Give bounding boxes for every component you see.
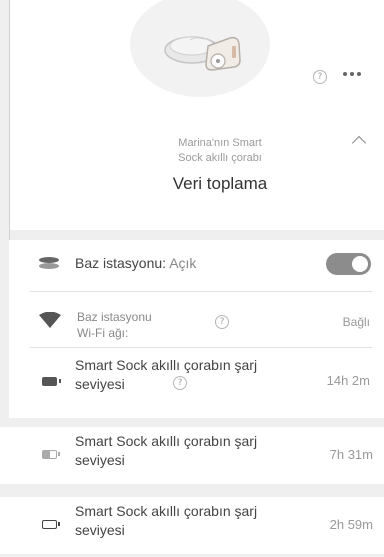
subtitle-line2: Sock akıllı çorabı: [178, 152, 262, 164]
charge-label-2: Smart Sock akıllı çorabın şarj seviyesi: [75, 432, 257, 470]
charge-value-2: 7h 31m: [329, 447, 373, 462]
charge-label-1: Smart Sock akıllı çorabın şarj seviyesi: [75, 356, 257, 394]
battery-full-icon: [42, 377, 61, 386]
base-station-label: Baz istasyonu:: [75, 255, 167, 271]
divider: [30, 347, 372, 348]
wifi-label-line1: Baz istasyonu: [77, 310, 152, 324]
charge-label-2-line1: Smart Sock akıllı çorabın şarj: [75, 433, 258, 449]
device-owner-subtitle: Marina'nın Smart Sock akıllı çorabı: [160, 136, 280, 166]
charge-label-1-line1: Smart Sock akıllı çorabın şarj: [75, 357, 258, 373]
charge-label-2-line2: seviyesi: [75, 452, 125, 468]
charge-label-3: Smart Sock akıllı çorabın şarj seviyesi: [75, 502, 257, 540]
charge-help-icon[interactable]: ?: [173, 376, 187, 390]
battery-half-icon: [42, 450, 60, 459]
divider: [30, 291, 372, 292]
charge-label-3-line2: seviyesi: [75, 522, 125, 538]
app-screen: ? Marina'nın Smart Sock akıllı çorabı Ve…: [0, 0, 384, 557]
wifi-help-icon[interactable]: ?: [215, 315, 229, 329]
base-station-icon: [39, 257, 59, 269]
wifi-icon: [39, 312, 61, 328]
wifi-status-value: Bağlı: [342, 315, 370, 329]
base-station-row: Baz istasyonu: Açık: [75, 254, 196, 273]
charge-value-3: 2h 59m: [329, 517, 373, 532]
toggle-knob: [352, 256, 368, 272]
wifi-label: Baz istasyonu Wi-Fi ağı:: [77, 309, 152, 341]
base-station-status: Açık: [169, 255, 197, 271]
base-station-toggle[interactable]: [326, 253, 371, 275]
subtitle-line1: Marina'nın Smart: [178, 137, 262, 149]
page-title: Veri toplama: [172, 174, 268, 193]
charge-label-1-line2: seviyesi: [75, 376, 125, 392]
wifi-label-line2: Wi-Fi ağı:: [77, 326, 129, 340]
charge-value-1: 14h 2m: [326, 373, 370, 388]
help-icon[interactable]: ?: [313, 70, 327, 84]
battery-empty-icon: [42, 520, 60, 529]
base-station-device-icon: [164, 36, 241, 71]
charge-label-3-line1: Smart Sock akıllı çorabın şarj: [75, 503, 258, 519]
more-options-icon[interactable]: [343, 72, 361, 76]
